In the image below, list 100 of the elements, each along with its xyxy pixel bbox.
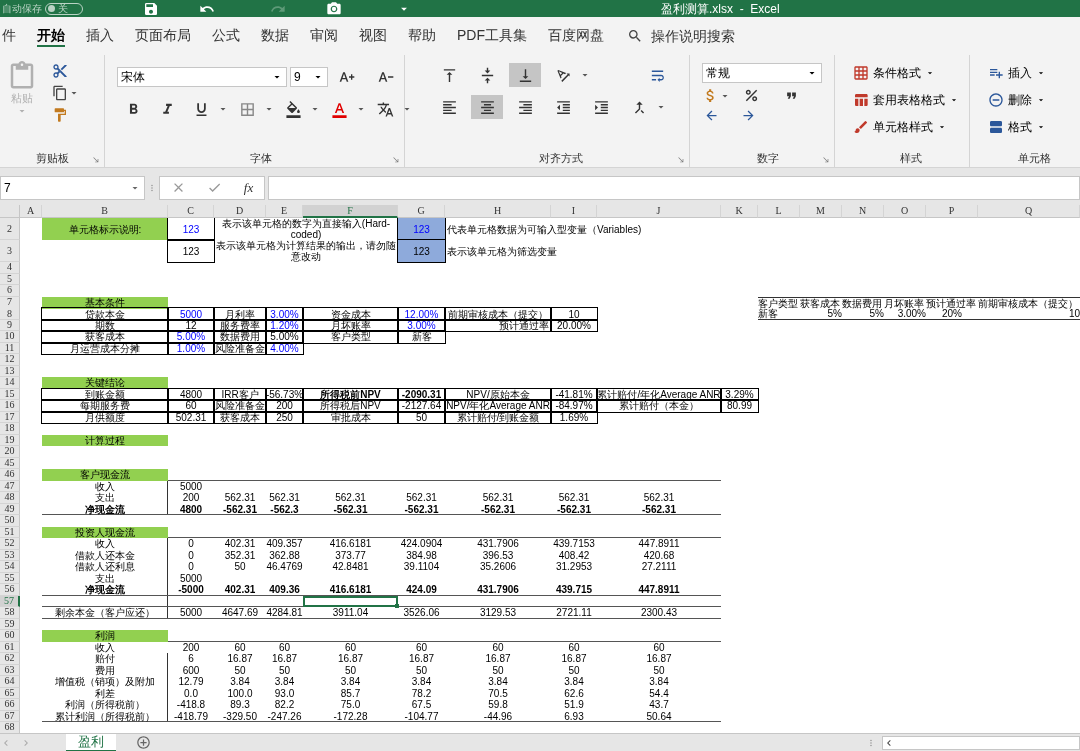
ribbon-tab[interactable]: PDF工具集 xyxy=(457,25,527,47)
search-field[interactable]: 操作说明搜索 xyxy=(627,25,735,47)
row-header[interactable]: 62 xyxy=(0,653,20,665)
ribbon-tab[interactable]: 审阅 xyxy=(310,25,338,47)
insert-function-button[interactable]: fx xyxy=(243,177,254,198)
row-header[interactable]: 56 xyxy=(0,584,20,596)
table-cell-text: 402.31 xyxy=(223,584,257,596)
decrease-font-icon[interactable] xyxy=(378,69,394,85)
ribbon-tab[interactable]: 帮助 xyxy=(408,25,436,47)
table-cell-text: 562.31 xyxy=(268,492,301,504)
table-cell-text: 402.31 xyxy=(223,538,257,550)
row-header[interactable]: 4 xyxy=(0,262,20,274)
row-header[interactable]: 60 xyxy=(0,630,20,642)
style-menu-button[interactable]: 条件格式 xyxy=(853,63,969,83)
align-center-button[interactable] xyxy=(471,95,503,119)
row-header[interactable]: 48 xyxy=(0,492,20,504)
style-menu-button[interactable]: 套用表格格式 xyxy=(853,90,969,110)
style-menu-button[interactable]: 单元格样式 xyxy=(853,117,969,137)
row-header[interactable]: 16 xyxy=(0,400,20,412)
row-header[interactable]: 6 xyxy=(0,285,20,297)
table-cell-text: 表示该单元格为筛选变量 xyxy=(446,244,558,259)
row-header[interactable]: 18 xyxy=(0,423,20,435)
table-cell: 月运营成本分摊 xyxy=(42,342,168,354)
table-cell-text: 3.84 xyxy=(339,676,362,688)
table-cell: 123 xyxy=(398,240,445,262)
number-format-select[interactable]: 常规 xyxy=(702,63,822,83)
row-header[interactable]: 3 xyxy=(0,240,20,262)
row-header[interactable]: 10 xyxy=(0,331,20,343)
add-sheet-icon[interactable] xyxy=(136,735,151,750)
dialog-launcher-icon[interactable] xyxy=(92,156,100,164)
ribbon-tab[interactable]: 数据 xyxy=(261,25,289,47)
ribbon-tab[interactable]: 插入 xyxy=(86,25,114,47)
row-header[interactable]: 64 xyxy=(0,676,20,688)
table-cell: -2090.31 xyxy=(398,388,445,400)
table-cell: 风险准备金 xyxy=(214,342,266,354)
align-bottom-button[interactable] xyxy=(509,63,541,87)
row-header[interactable]: 2 xyxy=(0,218,20,240)
row-header[interactable]: 66 xyxy=(0,699,20,711)
column-header[interactable]: J xyxy=(597,205,721,218)
save-icon[interactable] xyxy=(143,0,159,17)
column-header[interactable]: M xyxy=(800,205,842,218)
column-header[interactable]: L xyxy=(758,205,800,218)
ribbon-tab[interactable]: 页面布局 xyxy=(135,25,191,47)
row-header[interactable]: 50 xyxy=(0,515,20,527)
phonetic-guide-icon xyxy=(376,100,394,118)
table-cell: 1.69% xyxy=(551,411,597,423)
row-header[interactable]: 14 xyxy=(0,377,20,389)
cells-menu-button[interactable]: 删除 xyxy=(988,90,1080,110)
ribbon-tab[interactable]: 视图 xyxy=(359,25,387,47)
copy-icon[interactable] xyxy=(52,85,68,101)
formula-input[interactable] xyxy=(268,175,1080,200)
row-header[interactable]: 46 xyxy=(0,469,20,481)
column-header[interactable]: N xyxy=(842,205,884,218)
row-header[interactable]: 12 xyxy=(0,354,20,366)
ribbon-tab[interactable]: 件 xyxy=(2,25,16,47)
column-header[interactable]: A xyxy=(20,205,42,218)
column-header[interactable]: H xyxy=(445,205,551,218)
group-label: 剪贴板 xyxy=(35,150,69,166)
table-cell: 5.00% xyxy=(266,331,303,343)
column-header[interactable]: K xyxy=(721,205,758,218)
camera-icon[interactable] xyxy=(326,0,342,17)
name-box[interactable]: 7 xyxy=(0,175,145,200)
ribbon-tab[interactable]: 百度网盘 xyxy=(548,25,604,47)
row-header[interactable]: 8 xyxy=(0,308,20,320)
table-cell-text: 60 xyxy=(277,641,292,653)
row-header[interactable]: 20 xyxy=(0,446,20,458)
column-header[interactable]: I xyxy=(551,205,597,218)
format-painter-icon[interactable] xyxy=(52,107,68,123)
horizontal-scrollbar[interactable] xyxy=(882,735,1080,750)
column-header[interactable]: F xyxy=(303,205,398,218)
row-header[interactable]: 58 xyxy=(0,607,20,619)
column-header[interactable]: Q xyxy=(978,205,1080,218)
table-cell-text: 416.6181 xyxy=(328,584,373,596)
column-header[interactable]: D xyxy=(214,205,266,218)
table-cell: NPV/年化Average ANR xyxy=(445,400,551,412)
percent-icon[interactable] xyxy=(743,87,760,104)
table-cell: 到账金额 xyxy=(42,388,168,400)
row-header[interactable]: 52 xyxy=(0,538,20,550)
dialog-launcher-icon[interactable] xyxy=(392,156,400,164)
font-name-select[interactable]: 宋体 xyxy=(117,67,287,87)
dialog-launcher-icon[interactable] xyxy=(822,156,830,164)
row-header[interactable]: 54 xyxy=(0,561,20,573)
selected-cell[interactable] xyxy=(303,595,398,607)
table-cell-text: 3.84 xyxy=(563,676,585,688)
column-header[interactable]: C xyxy=(168,205,214,218)
sheet-tab[interactable]: 盈利 xyxy=(66,733,116,751)
column-header[interactable]: P xyxy=(926,205,978,218)
cut-icon[interactable] xyxy=(52,63,68,79)
table-cell-text: -5000 xyxy=(177,584,205,596)
ribbon-tab[interactable]: 开始 xyxy=(37,25,65,47)
cells-menu-button[interactable]: 插入 xyxy=(988,63,1080,83)
table-cell-text: -104.77 xyxy=(403,710,440,722)
column-header[interactable]: O xyxy=(884,205,926,218)
table-cell-text: 60 xyxy=(491,641,505,653)
cells-menu-button[interactable]: 格式 xyxy=(988,117,1080,137)
table-cell: 客户类型 xyxy=(303,331,398,343)
ribbon-tab[interactable]: 公式 xyxy=(212,25,240,47)
dialog-launcher-icon[interactable] xyxy=(677,156,685,164)
increase-font-icon[interactable] xyxy=(339,69,355,85)
font-size-select[interactable]: 9 xyxy=(290,67,328,87)
